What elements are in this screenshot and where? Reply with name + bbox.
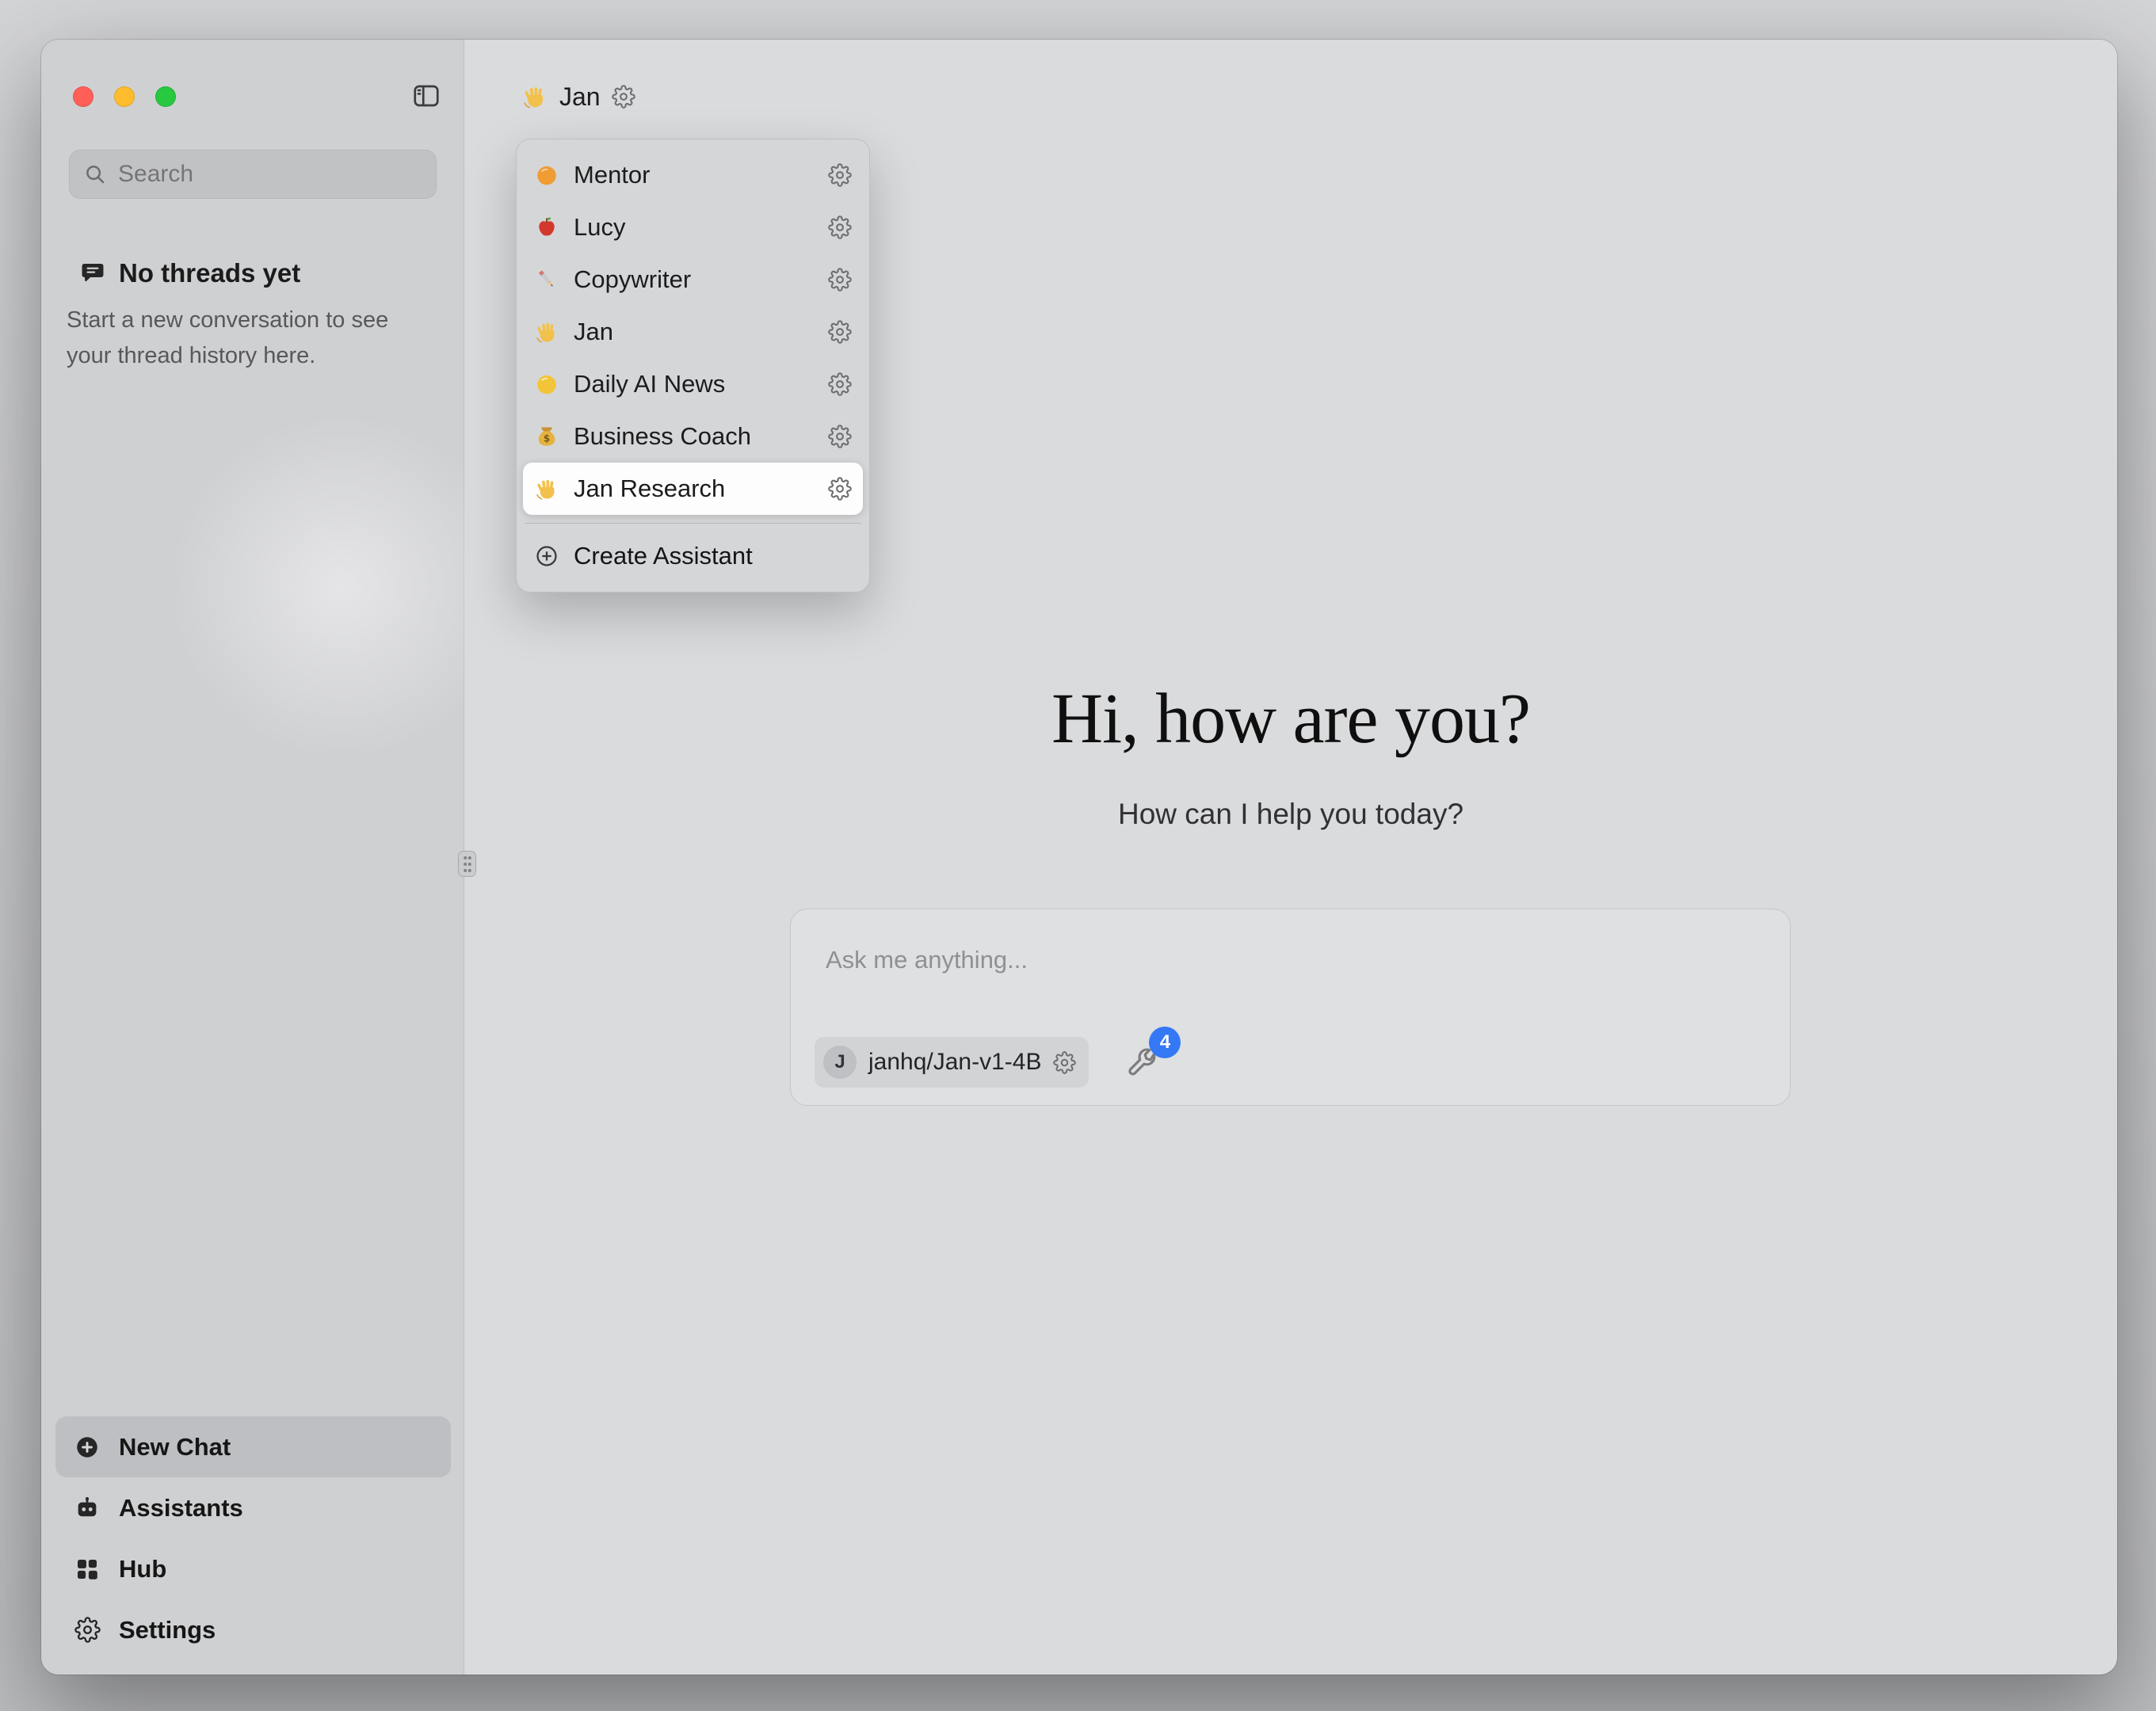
- assistant-selector[interactable]: Jan: [510, 67, 647, 127]
- assistant-menu-item-jan-research[interactable]: Jan Research: [523, 463, 863, 515]
- apple-icon: [532, 215, 561, 240]
- yellow-circle-icon: [532, 372, 561, 397]
- create-assistant-label: Create Assistant: [574, 542, 753, 570]
- assistant-menu-item-label: Jan: [574, 318, 613, 346]
- search-input[interactable]: Search: [69, 150, 437, 199]
- greeting-title: Hi, how are you?: [464, 678, 2117, 760]
- sidebar-nav: New Chat Assistants Hub Settings: [55, 1416, 451, 1660]
- window-controls: [73, 86, 176, 107]
- assistants-icon: [73, 1495, 101, 1522]
- empty-state: No threads yet Start a new conversation …: [65, 258, 420, 374]
- assistant-item-gear-icon[interactable]: [828, 477, 852, 501]
- main-area: Jan Mentor Lucy Copywriter Jan: [464, 40, 2117, 1675]
- menu-divider: [525, 523, 861, 524]
- nav-item-label: Settings: [119, 1616, 216, 1644]
- assistant-item-gear-icon[interactable]: [828, 163, 852, 187]
- new-chat-plus-icon: [73, 1434, 101, 1461]
- plus-circle-icon: [532, 543, 561, 569]
- assistant-menu-item-label: Daily AI News: [574, 370, 725, 398]
- close-window-button[interactable]: [73, 86, 93, 107]
- assistant-menu-item-mentor[interactable]: Mentor: [523, 149, 863, 201]
- message-composer[interactable]: Ask me anything... J janhq/Jan-v1-4B 4: [790, 909, 1791, 1106]
- model-selector[interactable]: J janhq/Jan-v1-4B: [815, 1037, 1089, 1088]
- assistant-item-gear-icon[interactable]: [828, 320, 852, 344]
- nav-item-label: Hub: [119, 1555, 166, 1583]
- model-settings-gear-icon[interactable]: [1053, 1051, 1076, 1074]
- empty-state-title: No threads yet: [119, 258, 300, 288]
- sidebar-item-settings[interactable]: Settings: [55, 1599, 451, 1660]
- money-bag-icon: [532, 424, 561, 449]
- model-avatar: J: [823, 1046, 857, 1079]
- greeting-subtitle: How can I help you today?: [464, 798, 2117, 831]
- message-input-placeholder: Ask me anything...: [826, 946, 1028, 974]
- empty-state-description: Start a new conversation to see your thr…: [65, 303, 420, 374]
- assistant-item-gear-icon[interactable]: [828, 268, 852, 292]
- assistant-menu-item-label: Mentor: [574, 161, 650, 189]
- model-name: janhq/Jan-v1-4B: [868, 1049, 1041, 1076]
- sidebar-item-new-chat[interactable]: New Chat: [55, 1416, 451, 1477]
- assistant-item-gear-icon[interactable]: [828, 425, 852, 448]
- assistant-menu-item-label: Business Coach: [574, 422, 751, 451]
- sidebar-item-hub[interactable]: Hub: [55, 1538, 451, 1599]
- assistant-menu-item-lucy[interactable]: Lucy: [523, 201, 863, 253]
- tools-button[interactable]: 4: [1125, 1046, 1158, 1079]
- settings-gear-icon: [73, 1617, 101, 1643]
- search-placeholder: Search: [118, 161, 193, 188]
- assistant-settings-gear-icon[interactable]: [612, 85, 635, 109]
- assistant-menu: Mentor Lucy Copywriter Jan Daily AI News: [516, 139, 870, 593]
- assistant-menu-item-business-coach[interactable]: Business Coach: [523, 410, 863, 463]
- assistant-menu-item-copywriter[interactable]: Copywriter: [523, 253, 863, 306]
- tools-count-badge: 4: [1149, 1027, 1181, 1058]
- assistant-menu-item-label: Copywriter: [574, 265, 691, 294]
- sidebar-toggle-button[interactable]: [407, 78, 445, 114]
- threads-chat-icon: [79, 260, 106, 287]
- sidebar-item-assistants[interactable]: Assistants: [55, 1477, 451, 1538]
- minimize-window-button[interactable]: [114, 86, 135, 107]
- sidebar: Search No threads yet Start a new conver…: [41, 40, 464, 1675]
- current-assistant-name: Jan: [559, 82, 601, 112]
- assistant-menu-item-label: Jan Research: [574, 474, 725, 503]
- wave-icon: [532, 319, 561, 345]
- app-window: Search No threads yet Start a new conver…: [41, 40, 2117, 1675]
- nav-item-label: Assistants: [119, 1494, 243, 1522]
- zoom-window-button[interactable]: [155, 86, 176, 107]
- wave-icon: [521, 83, 548, 110]
- create-assistant-button[interactable]: Create Assistant: [523, 528, 863, 584]
- assistant-menu-item-jan[interactable]: Jan: [523, 306, 863, 358]
- wave-icon: [532, 476, 561, 501]
- orange-circle-icon: [532, 162, 561, 188]
- search-icon: [83, 162, 107, 186]
- assistant-menu-item-daily-ai-news[interactable]: Daily AI News: [523, 358, 863, 410]
- panel-toggle-icon: [410, 82, 442, 110]
- grip-dots-icon: [461, 855, 474, 874]
- assistant-menu-item-label: Lucy: [574, 213, 625, 242]
- pencil-icon: [532, 267, 561, 292]
- nav-item-label: New Chat: [119, 1433, 231, 1461]
- assistant-item-gear-icon[interactable]: [828, 372, 852, 396]
- assistant-item-gear-icon[interactable]: [828, 215, 852, 239]
- welcome-hero: Hi, how are you? How can I help you toda…: [464, 678, 2117, 831]
- hub-grid-icon: [73, 1557, 101, 1582]
- sidebar-resize-handle[interactable]: [458, 851, 476, 877]
